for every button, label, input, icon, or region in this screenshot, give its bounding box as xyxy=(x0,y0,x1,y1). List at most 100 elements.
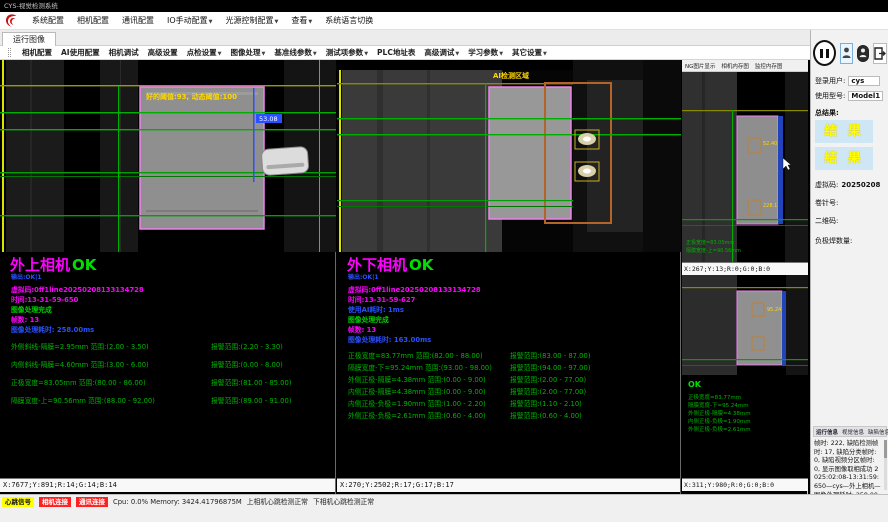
ai-region-overlay: AI检测区域 xyxy=(493,71,529,80)
anode-weld-count-label: 负极焊数量: xyxy=(815,236,887,246)
mid-camera-panel: AI检测区域 外下相机OK 输出:OK|1 虚拟码:0ff1line202502… xyxy=(337,60,681,494)
tab-defect-info[interactable]: 缺陷信息 xyxy=(868,428,888,436)
chevron-down-icon: ▼ xyxy=(209,19,213,25)
measurement-row: 外侧斜线-隔膜=2.95mm 范围:(2.00 - 3.50)报警范围:(2.2… xyxy=(11,341,331,351)
model-label: 使用型号: xyxy=(815,91,845,101)
right-views-column: NG图片显示 相机内存图 监控内存图 52.40 228.1 xyxy=(682,60,808,494)
right-top-pixel-coords: X:267;Y:13;R:0;G:0;B:0 xyxy=(682,262,808,275)
user-login-button[interactable] xyxy=(840,43,853,64)
mid-camera-output: 输出:OK|1 xyxy=(348,272,379,281)
menu-item-comm-config[interactable]: 通讯配置 xyxy=(122,15,154,26)
status-bar: 心跳信号 相机连接 通讯连接 Cpu: 0.0% Memory: 3424.41… xyxy=(0,494,888,522)
tool-camera-config[interactable]: 相机配置 xyxy=(22,47,52,58)
tool-camera-debug[interactable]: 相机调试 xyxy=(109,47,139,58)
chevron-down-icon: ▼ xyxy=(275,19,279,25)
chevron-down-icon: ▼ xyxy=(308,19,312,25)
mid-time: 时间:13-31-59-627 xyxy=(348,294,415,304)
overlay-value-label: 228.1 xyxy=(763,203,777,209)
tab-run-info[interactable]: 运行信息 xyxy=(816,428,838,436)
tab-ng-image-display[interactable]: NG图片显示 xyxy=(685,62,715,70)
right-bottom-camera-image[interactable]: 95.24 OK 正极宽度=83.77mm 隔膜宽度-下=95.24mm 外侧正… xyxy=(682,275,808,478)
measurement-row: 内侧正极-隔膜=4.38mm 范围:(0.00 - 9.00)报警范围:(2.0… xyxy=(348,386,668,396)
tool-test-item-params[interactable]: 测试项参数▼ xyxy=(326,47,368,58)
overlay-info-line: 外侧正极-隔膜=4.38mm xyxy=(688,409,751,417)
left-process-done: 图像处理完成 xyxy=(11,304,52,314)
tool-baseline-params[interactable]: 基准线参数▼ xyxy=(274,47,316,58)
measurement-row: 正极宽度=83.05mm 范围:(80.00 - 86.00)报警范围:(81.… xyxy=(11,377,331,387)
virtual-code-row: 虚拟码: 20250208 xyxy=(815,180,887,190)
measurement-row: 隔膜宽度-下=95.24mm 范围:(93.00 - 98.00)报警范围:(9… xyxy=(348,362,668,372)
person-icon xyxy=(859,48,867,58)
model-row: 使用型号: Model1 xyxy=(815,91,887,101)
left-elapsed: 图像处理耗时: 258.00ms xyxy=(11,324,94,334)
overlay-info-line: 隔膜宽度-上=90.56mm xyxy=(686,247,741,254)
qr-code-label: 二维码: xyxy=(815,216,887,226)
title-bar: CYS-视觉检测系统 xyxy=(0,0,888,12)
tab-run-image[interactable]: 运行图像 xyxy=(2,32,56,46)
tool-learning-params[interactable]: 学习参数▼ xyxy=(468,47,503,58)
result-badge-2: 结 果 xyxy=(815,147,873,170)
mid-camera-image[interactable]: AI检测区域 xyxy=(337,60,681,252)
chevron-down-icon: ▼ xyxy=(313,51,317,57)
pause-button[interactable] xyxy=(813,40,836,66)
tab-monitor-memory-image[interactable]: 监控内存图 xyxy=(755,62,783,70)
tool-advanced-debug[interactable]: 高级调试▼ xyxy=(424,47,459,58)
menu-bar: 系统配置 相机配置 通讯配置 IO手动配置▼ 光源控制配置▼ 查看▼ 系统语言切… xyxy=(0,12,888,30)
measurement-row: 外侧正极-负极=2.61mm 范围:(0.60 - 4.00)报警范围:(0.6… xyxy=(348,410,668,420)
left-frame-count: 帧数: 13 xyxy=(11,314,39,324)
tool-ai-usage-config[interactable]: AI使用配置 xyxy=(61,47,100,58)
mid-pixel-coords: X:270;Y:2502;R:17;G:17;B:17 xyxy=(337,478,680,492)
tool-advanced-settings[interactable]: 高级设置 xyxy=(148,47,178,58)
log-scrollbar[interactable] xyxy=(884,440,887,490)
menu-item-system-config[interactable]: 系统配置 xyxy=(32,15,64,26)
tool-image-processing[interactable]: 图像处理▼ xyxy=(230,47,265,58)
right-bottom-status: OK xyxy=(688,380,702,389)
virtual-code-label: 虚拟码: xyxy=(815,180,838,190)
side-panel: 登录用户: cys 使用型号: Model1 总结果: 结 果 结 果 虚拟码:… xyxy=(810,30,888,494)
left-barcode: 虚拟码:0ff1line20250208133134728 xyxy=(11,284,144,294)
tool-other-settings[interactable]: 其它设置▼ xyxy=(512,47,547,58)
left-camera-panel: 好的阈值:93, 动态阈值:100 53.08 外上相机OK 输出:OK|1 虚… xyxy=(0,60,336,494)
tool-plc-address-table[interactable]: PLC地址表 xyxy=(377,47,415,58)
overlay-value-label: 95.24 xyxy=(767,307,781,313)
menu-item-light-control-config[interactable]: 光源控制配置▼ xyxy=(226,15,279,26)
model-value: Model1 xyxy=(848,91,883,101)
left-measure-overlay: 53.08 xyxy=(259,115,278,123)
login-user-row: 登录用户: cys xyxy=(815,76,887,86)
menu-item-io-manual-config[interactable]: IO手动配置▼ xyxy=(167,15,213,26)
tab-vision-info[interactable]: 视觉信息 xyxy=(842,428,864,436)
tab-camera-memory-image[interactable]: 相机内存图 xyxy=(721,62,749,70)
left-time: 时间:13-31-59-650 xyxy=(11,294,78,304)
comm-connection-badge: 通讯连接 xyxy=(76,497,108,507)
door-exit-icon xyxy=(874,47,886,60)
tab-row: 运行图像 xyxy=(0,30,810,46)
right-view-tabs: NG图片显示 相机内存图 监控内存图 xyxy=(682,60,808,72)
user-dark-button[interactable] xyxy=(857,45,869,62)
measurement-row: 内侧斜线-隔膜=4.60mm 范围:(3.00 - 6.00)报警范围:(0.0… xyxy=(11,359,331,369)
chevron-down-icon: ▼ xyxy=(543,51,547,57)
right-top-camera-image[interactable]: 52.40 228.1 正极宽度=83.05mm 隔膜宽度-上=90.56mm xyxy=(682,72,808,262)
left-pixel-coords: X:7677;Y:891;R:14;G:14;B:14 xyxy=(0,478,335,492)
overlay-info-line: 正极宽度=83.05mm xyxy=(686,239,734,246)
tool-spot-check-settings[interactable]: 点检设置▼ xyxy=(187,47,222,58)
measurement-row: 正极宽度=83.77mm 范围:(82.00 - 88.00)报警范围:(83.… xyxy=(348,350,668,360)
chevron-down-icon: ▼ xyxy=(261,51,265,57)
exit-button[interactable] xyxy=(873,43,887,64)
menu-item-view[interactable]: 查看▼ xyxy=(291,15,312,26)
total-result-label: 总结果: xyxy=(815,108,887,118)
lower-camera-heartbeat-text: 下相机心跳检测正常 xyxy=(313,497,374,507)
toolbar-grip[interactable] xyxy=(8,48,11,57)
overlay-info-line: 外侧正极-负极=2.61mm xyxy=(688,425,751,433)
window-title: CYS-视觉检测系统 xyxy=(4,2,58,10)
camera-connection-badge: 相机连接 xyxy=(39,497,71,507)
menu-item-camera-config[interactable]: 相机配置 xyxy=(77,15,109,26)
menu-item-language-switch[interactable]: 系统语言切换 xyxy=(325,15,373,26)
virtual-code-value: 20250208 xyxy=(841,181,880,189)
chevron-down-icon: ▼ xyxy=(499,51,503,57)
right-bottom-pixel-coords: X:311;Y:980;R:0;G:0;B:0 xyxy=(682,478,808,491)
mid-camera-status: OK xyxy=(409,256,433,274)
overlay-info-line: 隔膜宽度-下=95.24mm xyxy=(688,401,749,409)
left-camera-image[interactable]: 好的阈值:93, 动态阈值:100 53.08 xyxy=(0,60,336,252)
mid-barcode: 虚拟码:0ff1line20250208133134728 xyxy=(348,284,481,294)
cpu-memory-text: Cpu: 0.0% Memory: 3424.41796875M xyxy=(113,497,242,507)
